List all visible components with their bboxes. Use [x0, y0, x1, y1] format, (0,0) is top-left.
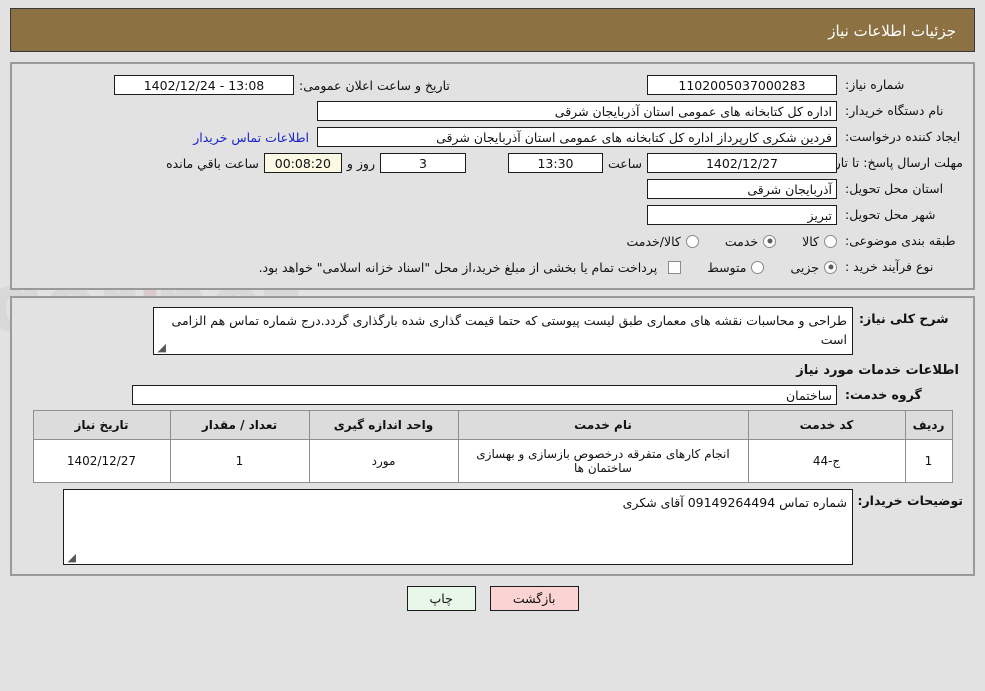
description-value: طراحی و محاسبات نقشه های معماری طبق لیست… [171, 313, 847, 348]
row-need-number: شماره نیاز: 1102005037000283 تاریخ و ساع… [22, 74, 963, 96]
announce-value: 13:08 - 1402/12/24 [114, 75, 294, 95]
print-button[interactable]: چاپ [406, 586, 476, 611]
announce-label: تاریخ و ساعت اعلان عمومی: [299, 77, 450, 93]
need-number-label: شماره نیاز: [845, 77, 905, 93]
col-code: کد خدمت [747, 410, 906, 440]
col-qty: تعداد / مقدار [169, 410, 310, 440]
row-category: طبقه بندی موضوعی: کالا خدمت کالا/خدمت [22, 230, 963, 252]
countdown-timer: 00:08:20 [263, 153, 342, 173]
radio-icon[interactable] [751, 260, 765, 274]
page-title-text: جزئیات اطلاعات نیاز [828, 22, 956, 40]
category-option-kala[interactable]: کالا [802, 234, 837, 249]
button-bar: بازگشت چاپ [10, 586, 975, 611]
process-option-label: متوسط [707, 259, 747, 275]
category-option-khedmat[interactable]: خدمت [724, 233, 777, 249]
description-label: شرح کلی نیاز: [859, 311, 949, 326]
back-button[interactable]: بازگشت [489, 586, 579, 611]
row-creator: ایجاد کننده درخواست: فردین شکری کارپرداز… [22, 126, 963, 148]
category-option-label: خدمت [724, 233, 759, 249]
treasury-checkbox[interactable] [668, 260, 682, 274]
cell-qty: 1 [169, 439, 310, 483]
resize-grip-icon[interactable]: ◢ [156, 342, 166, 353]
col-index: ردیف [904, 410, 953, 440]
remaining-days-value: 3 [379, 153, 466, 173]
buyer-notes-label: توضیحات خریدار: [857, 493, 963, 508]
row-city: شهر محل تحویل: تبریز [22, 204, 963, 226]
buyer-contact-link[interactable]: اطلاعات تماس خریدار [185, 130, 317, 145]
deadline-time-value: 13:30 [507, 153, 603, 173]
page-title: جزئیات اطلاعات نیاز [10, 8, 975, 52]
buyer-notes-value: شماره تماس 09149264494 آقای شکری [622, 495, 847, 510]
days-label: روز و [346, 155, 375, 171]
deadline-label: مهلت ارسال پاسخ: تا تاریخ: [818, 155, 963, 171]
resize-grip-icon[interactable]: ◢ [66, 552, 76, 563]
hour-label: ساعت [607, 155, 642, 171]
category-radio-group: کالا خدمت کالا/خدمت [626, 234, 837, 249]
cell-date: 1402/12/27 [32, 439, 171, 483]
services-heading: اطلاعات خدمات مورد نیاز [796, 363, 959, 378]
creator-value: فردین شکری کارپرداز اداره کل کتابخانه ها… [317, 127, 837, 147]
process-radio-group: جزیی متوسط [707, 260, 837, 275]
city-label: شهر محل تحویل: [845, 207, 936, 223]
col-unit: واحد اندازه گیری [308, 410, 459, 440]
need-number-value: 1102005037000283 [647, 75, 837, 95]
radio-icon[interactable] [685, 234, 699, 248]
process-option-motavaset[interactable]: متوسط [707, 259, 765, 275]
radio-icon[interactable] [763, 234, 777, 248]
row-deadline: مهلت ارسال پاسخ: تا تاریخ: 1402/12/27 سا… [22, 152, 963, 174]
table-row: 1 ج-44 انجام کارهای متفرقه درخصوص بازساز… [32, 439, 953, 483]
process-option-jozei[interactable]: جزیی [790, 260, 837, 275]
remaining-label: ساعت باقي مانده [166, 155, 259, 171]
category-option-label: کالا/خدمت [626, 233, 681, 249]
category-label: طبقه بندی موضوعی: [845, 233, 956, 249]
radio-icon[interactable] [824, 234, 837, 248]
service-group-label: گروه خدمت: [845, 387, 922, 403]
treasury-checkbox-label: پرداخت تمام یا بخشی از مبلغ خرید،از محل … [258, 259, 658, 275]
city-value: تبریز [647, 205, 837, 225]
cell-unit: مورد [308, 439, 459, 483]
process-option-label: جزیی [790, 259, 819, 275]
service-group-value: ساختمان [132, 385, 837, 405]
table-header-row: ردیف کد خدمت نام خدمت واحد اندازه گیری ت… [32, 410, 953, 440]
province-value: آذربایجان شرقی [647, 179, 837, 199]
buyer-notes-textarea[interactable]: شماره تماس 09149264494 آقای شکری ◢ [63, 489, 853, 565]
row-province: استان محل تحویل: آذربایجان شرقی [22, 178, 963, 200]
need-info-panel: شماره نیاز: 1102005037000283 تاریخ و ساع… [10, 62, 975, 290]
creator-label: ایجاد کننده درخواست: [845, 129, 961, 145]
province-label: استان محل تحویل: [845, 181, 944, 197]
buyer-org-label: نام دستگاه خریدار: [845, 103, 944, 119]
col-name: نام خدمت [457, 410, 749, 440]
category-option-kala-khedmat[interactable]: کالا/خدمت [626, 233, 699, 249]
col-date: تاریخ نیاز [32, 410, 171, 440]
deadline-date-value: 1402/12/27 [647, 153, 837, 173]
row-buyer-org: نام دستگاه خریدار: اداره کل کتابخانه های… [22, 100, 963, 122]
buyer-notes-block: توضیحات خریدار: شماره تماس 09149264494 آ… [22, 489, 963, 565]
description-textarea[interactable]: طراحی و محاسبات نقشه های معماری طبق لیست… [153, 307, 853, 355]
description-services-panel: شرح کلی نیاز: طراحی و محاسبات نقشه های م… [10, 296, 975, 576]
row-service-group: گروه خدمت: ساختمان [22, 384, 963, 406]
row-process: نوع فرآیند خرید : جزیی متوسط پرداخت تمام… [22, 256, 963, 278]
cell-code: ج-44 [747, 439, 906, 483]
services-table: ردیف کد خدمت نام خدمت واحد اندازه گیری ت… [32, 410, 953, 483]
category-option-label: کالا [802, 233, 819, 249]
cell-name: انجام کارهای متفرقه درخصوص بازسازی و بهس… [457, 439, 749, 483]
cell-index: 1 [904, 439, 953, 483]
process-label: نوع فرآیند خرید : [845, 259, 934, 275]
radio-icon[interactable] [824, 260, 837, 274]
buyer-org-value: اداره کل کتابخانه های عمومی استان آذربای… [317, 101, 837, 121]
description-block: شرح کلی نیاز: طراحی و محاسبات نقشه های م… [22, 307, 963, 355]
